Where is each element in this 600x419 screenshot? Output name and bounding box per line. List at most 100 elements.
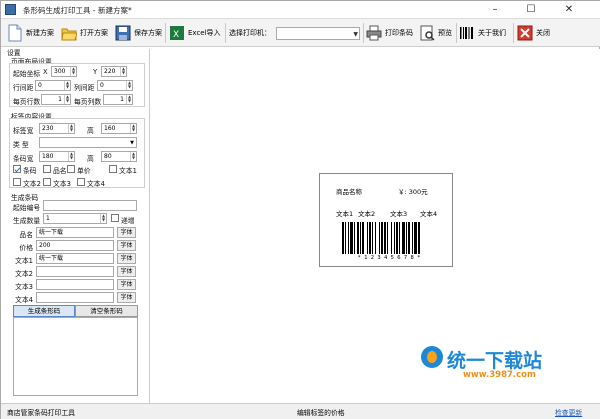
preview-product-name[interactable]: 商品名称 [336, 186, 362, 196]
maximize-button[interactable]: ☐ [515, 1, 547, 18]
barcode-bar [394, 222, 395, 254]
field-checkbox[interactable] [43, 178, 51, 186]
excel-import-button[interactable]: X Excel导入 [169, 22, 221, 44]
barcode-bar [384, 222, 386, 254]
save-scheme-button[interactable]: 保存方案 [115, 22, 162, 44]
toolbar-separator [225, 23, 226, 43]
print-barcode-button[interactable]: 打印条码 [366, 22, 413, 44]
barcode-bar [348, 222, 349, 254]
new-scheme-button[interactable]: 新建方案 [7, 22, 54, 44]
y-label: Y [93, 68, 98, 76]
col-gap-label: 列间距 [74, 84, 95, 92]
barcode-bar [399, 222, 400, 254]
new-scheme-label: 新建方案 [26, 29, 54, 37]
barcode-bar [354, 222, 355, 254]
barcode-bar [357, 222, 359, 254]
open-scheme-label: 打开方案 [80, 29, 108, 37]
font-button[interactable]: 字体 [117, 240, 136, 251]
barcode-bar [396, 222, 398, 254]
font-button[interactable]: 字体 [117, 266, 136, 277]
rows-per-page-input[interactable]: 1 ▲ ▼ [41, 94, 71, 105]
start-no-input[interactable] [43, 200, 137, 211]
field-checkbox[interactable] [13, 178, 21, 186]
excel-icon: X [170, 26, 184, 40]
field-input[interactable] [36, 279, 114, 290]
brand-logo-icon [421, 346, 443, 368]
row-gap-input[interactable]: 0 ▲ ▼ [35, 80, 71, 91]
cols-per-page-input[interactable]: 1 ▲ ▼ [103, 94, 133, 105]
check-update-link[interactable]: 检查更新 [555, 407, 582, 417]
label-height-input[interactable]: 160 ▲ ▼ [101, 123, 137, 134]
field-checkbox[interactable] [77, 178, 85, 186]
field-input[interactable] [36, 266, 114, 277]
col-gap-input[interactable]: 0 ▲ ▼ [97, 80, 133, 91]
minimize-button[interactable]: – [479, 1, 511, 18]
about-button[interactable]: 关于我们 [459, 22, 506, 44]
field-input[interactable]: 200 [36, 240, 114, 251]
barcode-list[interactable] [13, 317, 138, 396]
field-checkbox-label: 文本3 [53, 180, 71, 188]
barcode-graphic[interactable] [342, 222, 436, 254]
bar-height-input[interactable]: 80 ▲ ▼ [101, 151, 137, 162]
quantity-input[interactable]: 1 ▲ ▼ [43, 213, 107, 224]
barcode-bar [342, 222, 344, 254]
field-checkbox[interactable] [13, 165, 21, 173]
preview-text-1[interactable]: 文本1 [336, 208, 353, 218]
preview-text-3[interactable]: 文本3 [390, 208, 407, 218]
print-barcode-label: 打印条码 [385, 29, 413, 37]
font-button[interactable]: 字体 [117, 292, 136, 303]
title-bar: 条形码生成打印工具 - 新建方案* – ☐ ✕ [1, 1, 600, 19]
preview-text-4[interactable]: 文本4 [420, 208, 437, 218]
bar-width-label: 条码宽 [13, 155, 34, 163]
field-checkbox[interactable] [109, 165, 117, 173]
start-coord-label: 起始坐标 [13, 70, 41, 78]
font-button[interactable]: 字体 [117, 253, 136, 264]
barcode-bar [381, 222, 383, 254]
open-scheme-button[interactable]: 打开方案 [61, 22, 108, 44]
bar-width-input[interactable]: 180 ▲ ▼ [39, 151, 75, 162]
increment-checkbox[interactable] [111, 214, 119, 222]
bar-height-label: 高 [87, 155, 94, 163]
field-checkbox[interactable] [43, 165, 51, 173]
close-app-label: 关闭 [536, 29, 550, 37]
barcode-type-select[interactable]: ▼ [39, 137, 137, 148]
barcode-bar [345, 222, 346, 254]
excel-import-label: Excel导入 [188, 29, 221, 37]
barcode-bar [360, 222, 361, 254]
x-coord-input[interactable]: 300 ▲ ▼ [51, 66, 77, 77]
y-coord-input[interactable]: 220 ▲ ▼ [101, 66, 127, 77]
chevron-down-icon: ▼ [353, 31, 358, 38]
barcode-bar [362, 222, 364, 254]
printer-label: 选择打印机： [229, 22, 271, 44]
generate-barcode-button[interactable]: 生成条形码 [13, 305, 75, 317]
close-app-button[interactable]: 关闭 [517, 22, 550, 44]
field-input[interactable] [36, 292, 114, 303]
save-disk-icon [115, 25, 131, 41]
barcode-bar [412, 222, 413, 254]
printer-icon [366, 25, 382, 41]
field-input[interactable]: 统一下载 [36, 253, 114, 264]
printer-label-text: 选择打印机： [229, 29, 271, 37]
close-window-button[interactable]: ✕ [553, 1, 585, 18]
barcode-bar [391, 222, 392, 254]
field-input[interactable]: 统一下载 [36, 227, 114, 238]
preview-text-2[interactable]: 文本2 [358, 208, 375, 218]
printer-select[interactable]: ▼ [276, 27, 360, 40]
font-button[interactable]: 字体 [117, 279, 136, 290]
clear-barcode-button[interactable]: 清空条形码 [75, 305, 138, 317]
label-preview[interactable]: 商品名称 ￥: 300元 文本1 文本2 文本3 文本4 * 1 2 3 4 5… [319, 173, 453, 267]
preview-price[interactable]: ￥: 300元 [398, 186, 428, 196]
window-title: 条形码生成打印工具 - 新建方案* [23, 6, 132, 15]
field-label: 文本1 [15, 257, 33, 265]
field-checkbox-label: 文本4 [87, 180, 105, 188]
barcode-bar [350, 222, 353, 254]
font-button[interactable]: 字体 [117, 227, 136, 238]
preview-button[interactable]: 预览 [419, 22, 452, 44]
label-width-input[interactable]: 230 ▲ ▼ [39, 123, 75, 134]
watermark-brand: 统一下载站 [447, 350, 543, 372]
status-hint: 编辑标签的价格 [297, 409, 345, 417]
field-checkbox-label: 条码 [23, 167, 37, 175]
barcode-bar [414, 222, 417, 254]
label-height-label: 高 [87, 127, 94, 135]
field-checkbox[interactable] [67, 165, 75, 173]
